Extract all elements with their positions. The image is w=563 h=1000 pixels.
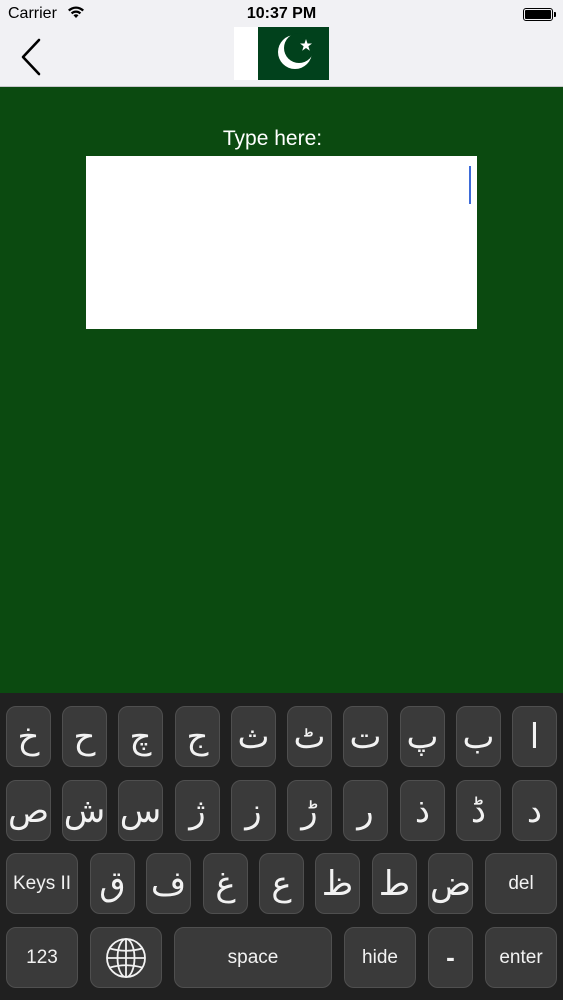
pakistan-flag-icon [234, 27, 329, 80]
key-te[interactable]: ت [343, 706, 388, 767]
key-zhe[interactable]: ژ [175, 780, 220, 841]
hide-keyboard-button[interactable]: hide [344, 927, 416, 988]
keys-ii-button[interactable]: Keys II [6, 853, 78, 914]
key-khe[interactable]: خ [6, 706, 51, 767]
enter-button[interactable]: enter [485, 927, 557, 988]
urdu-keyboard: خ ح چ ج ث ٹ ت پ ب ا ص ش س ژ ز ڑ ر ذ ڈ د … [0, 693, 563, 1000]
key-tte[interactable]: ٹ [287, 706, 332, 767]
key-toe[interactable]: ط [372, 853, 417, 914]
status-bar: Carrier 10:37 PM [0, 0, 563, 30]
navigation-bar [0, 27, 563, 87]
key-qaaf[interactable]: ق [90, 853, 135, 914]
numbers-button[interactable]: 123 [6, 927, 78, 988]
key-ze[interactable]: ز [231, 780, 276, 841]
key-be[interactable]: ب [456, 706, 501, 767]
space-button[interactable]: space [174, 927, 332, 988]
key-alif[interactable]: ا [512, 706, 557, 767]
globe-icon [106, 937, 146, 978]
key-ain[interactable]: ع [259, 853, 304, 914]
key-fe[interactable]: ف [146, 853, 191, 914]
delete-button[interactable]: del [485, 853, 557, 914]
key-che[interactable]: چ [118, 706, 163, 767]
key-se[interactable]: ث [231, 706, 276, 767]
key-re[interactable]: ر [343, 780, 388, 841]
main-content: Type here: [0, 87, 563, 693]
key-jeem[interactable]: ج [175, 706, 220, 767]
dash-key[interactable]: - [428, 927, 473, 988]
key-sheen[interactable]: ش [62, 780, 107, 841]
key-seen[interactable]: س [118, 780, 163, 841]
battery-icon [523, 8, 556, 21]
key-he[interactable]: ح [62, 706, 107, 767]
key-zuad[interactable]: ض [428, 853, 473, 914]
key-ghain[interactable]: غ [203, 853, 248, 914]
globe-button[interactable] [90, 927, 162, 988]
text-input-area[interactable] [86, 156, 477, 329]
key-zoe[interactable]: ظ [315, 853, 360, 914]
clock: 10:37 PM [246, 5, 317, 22]
chevron-left-icon [21, 38, 41, 76]
key-rre[interactable]: ڑ [287, 780, 332, 841]
type-here-label: Type here: [222, 127, 323, 150]
key-zaal[interactable]: ذ [400, 780, 445, 841]
key-daal[interactable]: د [512, 780, 557, 841]
key-pe[interactable]: پ [400, 706, 445, 767]
text-cursor [469, 166, 471, 204]
key-suad[interactable]: ص [6, 780, 51, 841]
key-ddaal[interactable]: ڈ [456, 780, 501, 841]
back-button[interactable] [14, 36, 48, 80]
